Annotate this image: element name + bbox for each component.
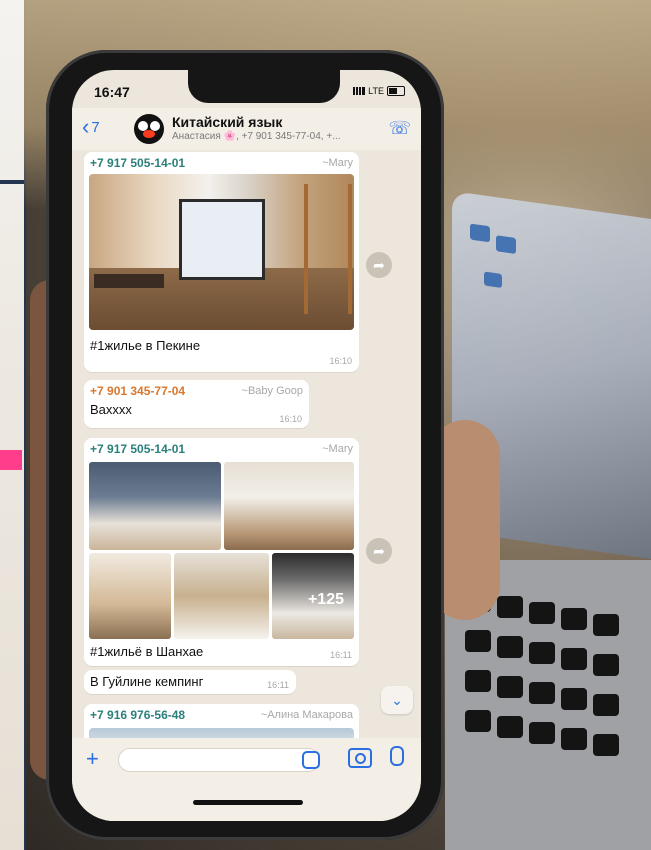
key bbox=[561, 688, 587, 710]
key bbox=[529, 682, 555, 704]
message-input-bar: + bbox=[72, 738, 421, 821]
message-input[interactable] bbox=[118, 748, 320, 772]
key bbox=[529, 722, 555, 744]
key bbox=[465, 670, 491, 692]
status-indicators: LTE bbox=[353, 86, 405, 96]
message-bubble[interactable]: +7 917 505-14-01 ~Mary #1жилье в Пекине … bbox=[84, 152, 359, 372]
phone-notch bbox=[188, 70, 340, 103]
key bbox=[593, 614, 619, 636]
more-photos-count: +125 bbox=[307, 591, 344, 608]
forward-icon[interactable]: ➦ bbox=[366, 538, 392, 564]
pink-marker bbox=[0, 450, 22, 470]
avatar-beak bbox=[143, 130, 155, 138]
key bbox=[465, 630, 491, 652]
laptop-ui-block bbox=[496, 235, 516, 255]
message-alias: ~Baby Goop bbox=[241, 385, 303, 397]
message-sender[interactable]: +7 901 345-77-04 bbox=[90, 384, 185, 398]
home-indicator bbox=[193, 800, 303, 805]
forward-icon[interactable]: ➦ bbox=[366, 252, 392, 278]
message-time: 16:10 bbox=[279, 414, 302, 424]
message-text: Ваxxxx bbox=[90, 402, 132, 417]
photo-rack bbox=[304, 184, 352, 314]
message-caption: #1жилье в Пекине bbox=[90, 338, 201, 353]
attach-plus-icon[interactable]: + bbox=[86, 746, 99, 772]
photo-tile[interactable] bbox=[224, 462, 354, 550]
chat-participants: Анастасия 🌸, +7 901 345-77-04, +... bbox=[172, 131, 341, 142]
key bbox=[529, 642, 555, 664]
message-alias: ~Mary bbox=[322, 443, 353, 455]
group-avatar[interactable] bbox=[134, 114, 164, 144]
chevron-left-icon: ‹ bbox=[82, 114, 90, 139]
sticker-icon[interactable] bbox=[302, 751, 320, 769]
chat-title[interactable]: Китайский язык bbox=[172, 114, 282, 130]
camera-icon[interactable] bbox=[348, 748, 372, 768]
message-sender[interactable]: +7 917 505-14-01 bbox=[90, 156, 185, 170]
chat-header: ‹ 7 Китайский язык Анастасия 🌸, +7 901 3… bbox=[72, 108, 421, 150]
add-call-icon[interactable]: ☏ bbox=[388, 118, 411, 139]
key bbox=[561, 648, 587, 670]
key bbox=[497, 596, 523, 618]
status-time: 16:47 bbox=[94, 84, 130, 100]
message-alias: ~Mary bbox=[322, 157, 353, 169]
message-bubble[interactable]: В Гуйлине кемпинг 16:11 bbox=[84, 670, 296, 694]
back-count: 7 bbox=[91, 118, 100, 136]
photo-tile[interactable]: +125 bbox=[272, 553, 354, 639]
key bbox=[593, 734, 619, 756]
message-sender[interactable]: +7 917 505-14-01 bbox=[90, 442, 185, 456]
message-time: 16:10 bbox=[329, 356, 352, 366]
phone-screen: 16:47 LTE ‹ 7 Китайский язык Анастасия 🌸… bbox=[72, 70, 421, 821]
laptop-ui-block bbox=[484, 271, 502, 289]
key bbox=[593, 694, 619, 716]
key bbox=[497, 636, 523, 658]
photo-tile[interactable] bbox=[89, 462, 221, 550]
message-caption: #1жильё в Шанхае bbox=[90, 644, 204, 659]
message-text: В Гуйлине кемпинг bbox=[90, 674, 204, 689]
network-label: LTE bbox=[368, 86, 384, 96]
message-time: 16:11 bbox=[267, 680, 289, 690]
message-time: 16:11 bbox=[330, 650, 352, 660]
key bbox=[593, 654, 619, 676]
key bbox=[529, 602, 555, 624]
microphone-icon[interactable] bbox=[390, 746, 404, 766]
chevron-down-icon[interactable]: ⌄ bbox=[381, 686, 413, 714]
back-button[interactable]: ‹ 7 bbox=[82, 114, 100, 139]
key bbox=[497, 716, 523, 738]
message-alias: ~Алина Макарова bbox=[260, 709, 353, 721]
battery-icon bbox=[387, 86, 405, 96]
message-bubble[interactable]: +7 917 505-14-01 ~Mary +125 #1жильё в Ша… bbox=[84, 438, 359, 666]
key bbox=[561, 728, 587, 750]
photo-table bbox=[94, 274, 164, 288]
apartment-photo[interactable] bbox=[89, 174, 354, 330]
key bbox=[465, 710, 491, 732]
signal-icon bbox=[353, 87, 366, 95]
key bbox=[561, 608, 587, 630]
message-sender[interactable]: +7 916 976-56-48 bbox=[90, 708, 185, 722]
photo-tile[interactable] bbox=[174, 553, 269, 639]
key bbox=[497, 676, 523, 698]
photo-tile[interactable] bbox=[89, 553, 171, 639]
photo-window bbox=[179, 199, 265, 280]
message-bubble[interactable]: +7 901 345-77-04 ~Baby Goop Ваxxxx 16:10 bbox=[84, 380, 309, 428]
laptop-ui-block bbox=[470, 223, 490, 243]
